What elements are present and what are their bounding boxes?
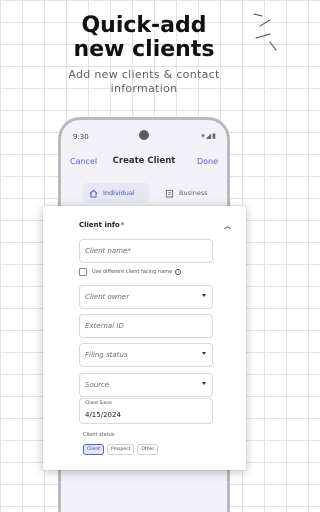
info-icon[interactable]: i <box>175 269 182 275</box>
promo-subtitle: Add new clients & contact information <box>0 68 288 96</box>
section-title: Client info <box>79 221 120 229</box>
client-status-label: Client status <box>83 432 115 438</box>
status-time: 9:30 <box>73 133 89 141</box>
dropdown-arrow-icon <box>202 352 206 355</box>
segment-individual[interactable]: Individual <box>83 183 149 203</box>
segment-business-label: Business <box>179 189 208 197</box>
client-since-value: 4/15/2024 <box>85 411 121 419</box>
segment-individual-label: Individual <box>103 189 135 197</box>
sparkle-decoration-icon <box>253 13 277 51</box>
status-chip-other[interactable]: Other <box>137 444 159 455</box>
source-placeholder: Source <box>85 381 110 389</box>
home-icon <box>89 189 98 198</box>
external-id-input[interactable]: External ID <box>79 314 213 338</box>
client-name-input[interactable]: Client name* <box>79 239 213 263</box>
signal-battery-icon: ▾◢▮ <box>201 132 217 140</box>
headline-line-2: new clients <box>73 37 215 62</box>
client-name-placeholder: Client name* <box>85 247 131 255</box>
filing-status-select[interactable]: Filing status <box>79 343 213 367</box>
promo-headline: Quick-add new clients <box>0 14 288 62</box>
subtitle-line-1: Add new clients & contact <box>68 68 220 81</box>
client-info-section-header[interactable]: Client info* ︿ <box>79 221 237 233</box>
camera-icon <box>139 130 149 140</box>
segment-business[interactable]: Business <box>157 183 217 203</box>
headline-line-1: Quick-add <box>81 13 207 38</box>
client-since-label: Client Since <box>85 401 112 406</box>
status-chip-prospect[interactable]: Prospect <box>107 444 135 455</box>
external-id-placeholder: External ID <box>85 322 124 330</box>
filing-status-placeholder: Filing status <box>85 351 128 359</box>
client-status-options: Client Prospect Other <box>83 444 161 455</box>
navigation-bar: Cancel Create Client Done <box>61 154 227 170</box>
client-owner-select[interactable]: Client owner <box>79 285 213 309</box>
client-since-field[interactable]: Client Since 4/15/2024 <box>79 398 213 424</box>
status-chip-client[interactable]: Client <box>83 444 105 455</box>
client-owner-placeholder: Client owner <box>85 293 130 301</box>
dropdown-arrow-icon <box>202 294 206 297</box>
dropdown-arrow-icon <box>202 382 206 385</box>
subtitle-line-2: information <box>110 82 178 95</box>
done-button[interactable]: Done <box>197 157 218 166</box>
chevron-up-icon[interactable]: ︿ <box>224 221 231 231</box>
building-icon <box>165 189 174 198</box>
required-marker: * <box>120 221 125 229</box>
device-status-bar: 9:30 ▾◢▮ <box>61 120 227 148</box>
different-name-checkbox[interactable] <box>79 268 87 276</box>
source-select[interactable]: Source <box>79 373 213 397</box>
checkbox-label: Use different client facing name <box>92 269 173 275</box>
different-name-checkbox-row[interactable]: Use different client facing name i <box>79 267 182 277</box>
